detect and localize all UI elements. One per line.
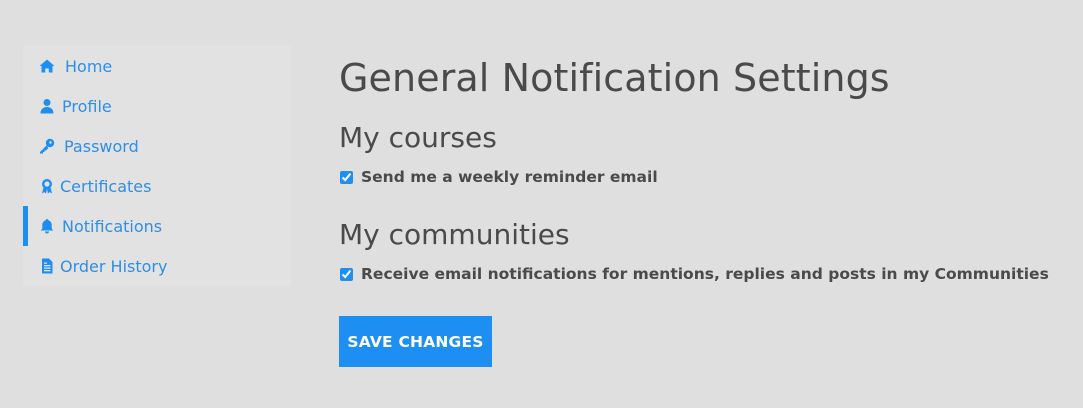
community-notifications-label: Receive email notifications for mentions… [361,265,1049,283]
bell-icon [38,217,56,235]
community-notifications-option[interactable]: Receive email notifications for mentions… [339,265,1049,283]
weekly-reminder-checkbox[interactable] [340,170,353,184]
sidebar-nav: Home Profile Password Certificates Notif… [23,46,291,286]
sidebar-item-order-history[interactable]: Order History [23,246,291,286]
community-notifications-checkbox[interactable] [340,267,353,281]
file-text-icon [38,257,56,275]
sidebar-item-label: Password [64,136,139,156]
sidebar-item-label: Order History [60,256,168,276]
award-icon [38,177,56,195]
weekly-reminder-label: Send me a weekly reminder email [361,168,658,186]
home-icon [38,57,56,75]
section-title-courses: My courses [339,121,497,154]
weekly-reminder-option[interactable]: Send me a weekly reminder email [339,168,658,186]
section-title-communities: My communities [339,218,570,251]
user-icon [38,97,56,115]
sidebar-item-profile[interactable]: Profile [23,86,291,126]
sidebar-item-notifications[interactable]: Notifications [23,206,291,246]
save-changes-button[interactable]: SAVE CHANGES [339,316,492,367]
sidebar-item-label: Profile [62,96,112,116]
sidebar-item-home[interactable]: Home [23,46,291,86]
sidebar-item-label: Home [65,56,113,76]
sidebar-item-password[interactable]: Password [23,126,291,166]
sidebar-item-label: Certificates [60,176,152,196]
page-title: General Notification Settings [339,56,890,100]
sidebar-item-label: Notifications [62,216,163,236]
key-icon [38,137,56,155]
sidebar-item-certificates[interactable]: Certificates [23,166,291,206]
